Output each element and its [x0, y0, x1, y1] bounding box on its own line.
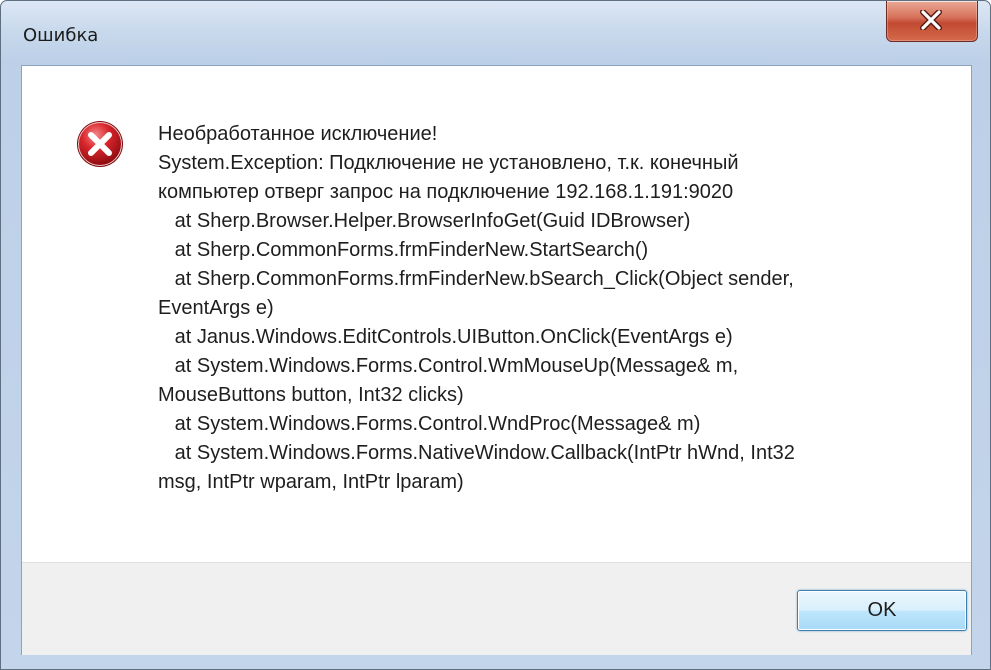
button-bar: OK: [22, 562, 971, 655]
close-icon: [920, 10, 942, 30]
message-line: at Sherp.CommonForms.frmFinderNew.bSearc…: [158, 268, 794, 290]
message-line: MouseButtons button, Int32 clicks): [158, 384, 464, 406]
error-x-icon: [77, 121, 123, 167]
message-line: at Janus.Windows.EditControls.UIButton.O…: [158, 326, 733, 348]
window-title: Ошибка: [23, 25, 99, 46]
error-dialog-window: Ошибка Необработанное исключение! System…: [0, 0, 991, 670]
message-area: Необработанное исключение! System.Except…: [22, 66, 971, 562]
message-line: компьютер отверг запрос на подключение 1…: [158, 181, 734, 203]
message-line: at System.Windows.Forms.NativeWindow.Cal…: [158, 442, 795, 464]
error-message-text: Необработанное исключение! System.Except…: [158, 120, 938, 497]
message-line: EventArgs e): [158, 297, 274, 319]
message-line: System.Exception: Подключение не установ…: [158, 152, 739, 174]
message-line: at Sherp.Browser.Helper.BrowserInfoGet(G…: [158, 210, 691, 232]
message-line: at Sherp.CommonForms.frmFinderNew.StartS…: [158, 239, 649, 261]
title-bar[interactable]: Ошибка: [1, 1, 990, 65]
message-line: at System.Windows.Forms.Control.WmMouseU…: [158, 355, 739, 377]
message-line: Необработанное исключение!: [158, 123, 438, 145]
message-line: msg, IntPtr wparam, IntPtr lparam): [158, 471, 464, 493]
message-line: at System.Windows.Forms.Control.WndProc(…: [158, 413, 701, 435]
close-button[interactable]: [886, 1, 978, 42]
dialog-client-area: Необработанное исключение! System.Except…: [21, 65, 972, 655]
ok-button[interactable]: OK: [797, 590, 967, 631]
